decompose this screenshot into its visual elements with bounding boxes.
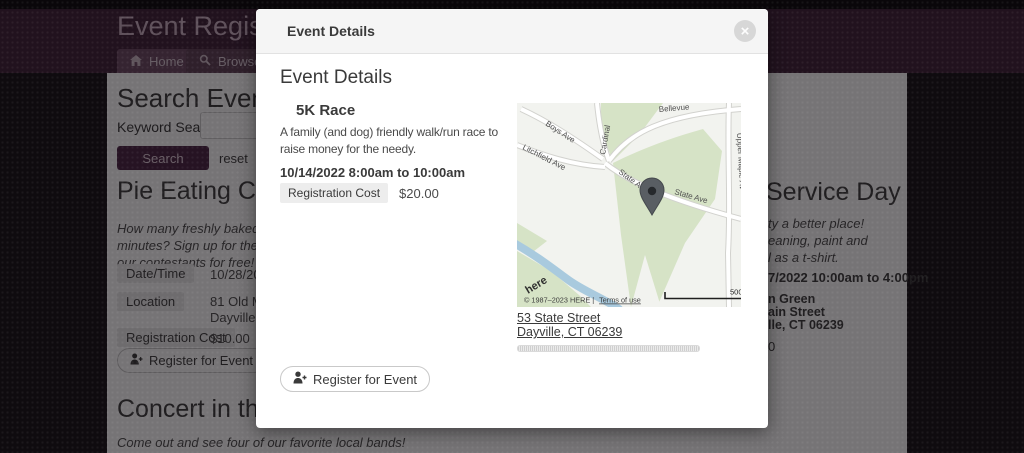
terms-of-use-link[interactable]: Terms of use [599,296,641,305]
close-icon[interactable]: × [734,20,756,42]
person-plus-icon [293,371,307,387]
event-cost-row: Registration Cost $20.00 [280,183,439,203]
register-button-label: Register for Event [313,372,417,387]
map-attribution: © 1987–2023 HERE | Terms of use [524,296,641,305]
registration-cost-chip: Registration Cost [280,183,388,203]
event-details-modal: Event Details × Event Details 5K Race A … [256,9,768,428]
address-line1-link[interactable]: 53 State Street [517,311,622,325]
map[interactable]: Boys Ave Litchfield Ave Cardinal State A… [517,103,741,307]
registration-cost-value: $20.00 [399,186,439,201]
horizontal-scrollbar[interactable] [517,345,700,352]
event-name: 5K Race [296,102,355,119]
map-scale-label: 500 m [730,288,741,297]
register-for-event-button-modal[interactable]: Register for Event [280,366,430,392]
modal-heading: Event Details [280,67,392,89]
copyright-text: © 1987–2023 HERE | [524,296,594,305]
screen: Event Registration Home Browse Events Se… [0,0,1024,453]
event-description: A family (and dog) friendly walk/run rac… [280,124,498,158]
event-address: 53 State Street Dayville, CT 06239 [517,311,622,339]
event-datetime: 10/14/2022 8:00am to 10:00am [280,165,465,180]
modal-header-title: Event Details [287,9,375,54]
address-line2-link[interactable]: Dayville, CT 06239 [517,325,622,339]
